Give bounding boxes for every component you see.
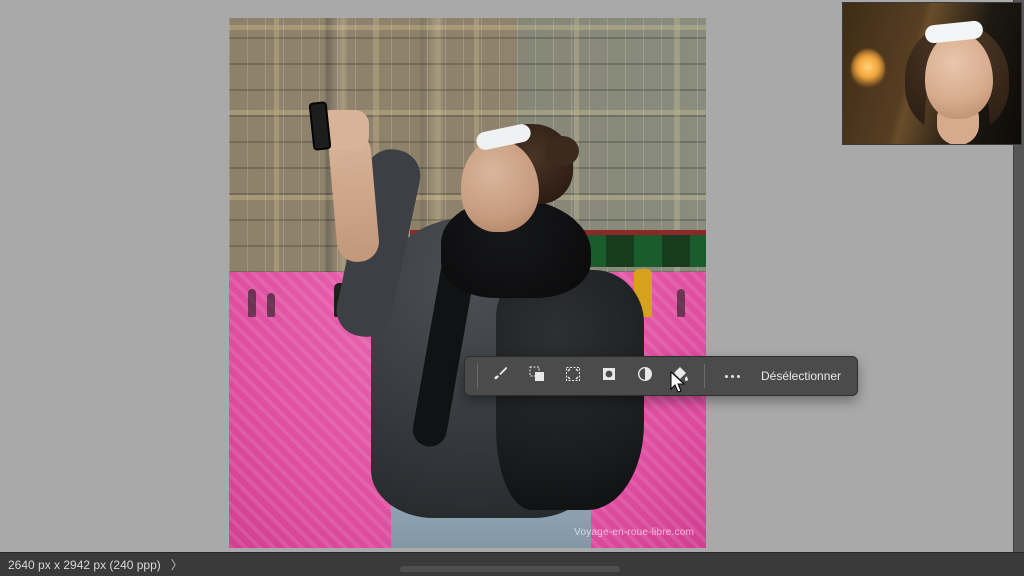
more-options-button[interactable] <box>713 361 751 391</box>
selection-subtract-icon <box>529 366 545 387</box>
photo-watermark: Voyage-en-roue-libre.com <box>574 527 694 538</box>
photo-background-awnings <box>410 230 706 267</box>
brush-tool-button[interactable] <box>486 361 516 391</box>
photo-background-crowd <box>229 264 706 317</box>
selection-expand-button[interactable] <box>558 361 588 391</box>
selection-invert-icon <box>601 366 617 387</box>
webcam-lamp-icon <box>851 49 885 89</box>
fill-button[interactable] <box>666 361 696 391</box>
document-canvas[interactable]: Voyage-en-roue-libre.com <box>229 18 706 548</box>
fill-icon <box>673 366 689 387</box>
deselect-button[interactable]: Désélectionner <box>757 369 847 383</box>
brush-icon <box>493 366 509 387</box>
feather-mask-icon <box>637 366 653 387</box>
status-bar: 2640 px x 2942 px (240 ppp) 〉 <box>0 552 1024 576</box>
contextual-taskbar: Désélectionner <box>464 356 858 396</box>
status-bar-chevron-icon[interactable]: 〉 <box>171 556 183 573</box>
taskbar-separator <box>704 364 705 388</box>
selection-expand-icon <box>565 366 581 387</box>
horizontal-scrollbar[interactable] <box>400 566 620 572</box>
webcam-overlay <box>842 2 1022 145</box>
taskbar-separator <box>477 364 478 388</box>
feather-mask-button[interactable] <box>630 361 660 391</box>
document-dimensions-label: 2640 px x 2942 px (240 ppp) <box>8 558 161 572</box>
selection-subtract-button[interactable] <box>522 361 552 391</box>
selection-invert-button[interactable] <box>594 361 624 391</box>
